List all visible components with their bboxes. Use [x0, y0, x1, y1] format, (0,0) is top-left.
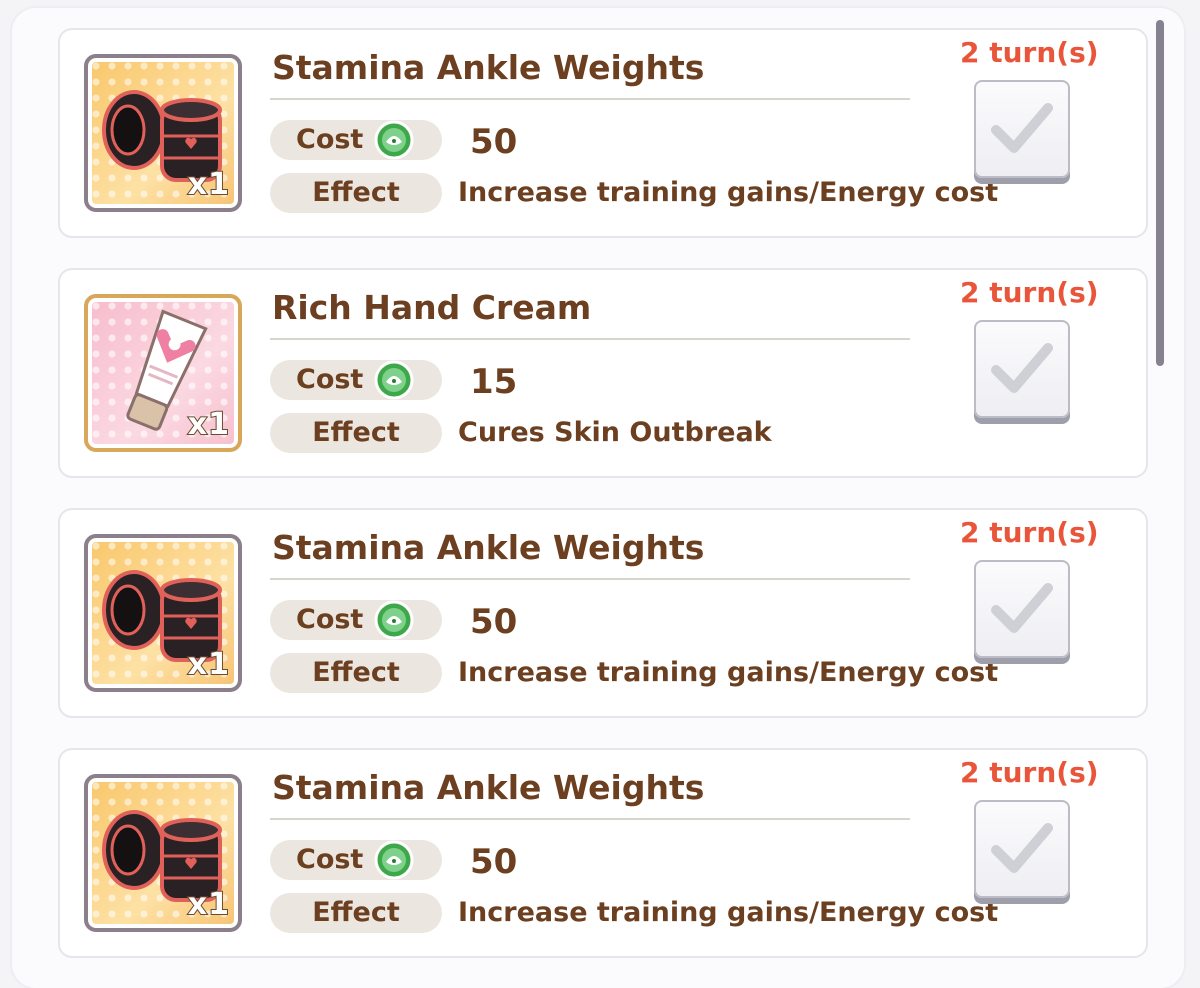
- divider: [270, 578, 910, 580]
- coin-icon: [374, 360, 414, 400]
- effect-value: Cures Skin Outbreak: [458, 417, 772, 448]
- item-name: Rich Hand Cream: [272, 288, 592, 327]
- effect-value: Increase training gains/Energy cost: [458, 657, 999, 688]
- item-thumbnail: x1: [84, 534, 242, 692]
- cost-value: 50: [470, 602, 518, 642]
- select-checkbox[interactable]: [974, 320, 1070, 418]
- effect-label: Effect: [312, 177, 400, 208]
- effect-value: Increase training gains/Energy cost: [458, 897, 999, 928]
- item-thumbnail: x1: [84, 54, 242, 212]
- turns-remaining: 2 turn(s): [960, 276, 1099, 309]
- item-quantity: x1: [187, 406, 230, 443]
- effect-label-pill: Effect: [270, 893, 442, 933]
- item-thumbnail: x1: [84, 294, 242, 452]
- turns-remaining: 2 turn(s): [960, 756, 1099, 789]
- cost-value: 50: [470, 122, 518, 162]
- select-checkbox[interactable]: [974, 560, 1070, 658]
- cost-label-pill: Cost: [270, 360, 442, 400]
- item-card: x1 Stamina Ankle Weights Cost 50 Effect …: [58, 748, 1148, 958]
- item-quantity: x1: [187, 886, 230, 923]
- divider: [270, 98, 910, 100]
- checkmark-icon: [991, 343, 1053, 393]
- divider: [270, 818, 910, 820]
- select-checkbox[interactable]: [974, 800, 1070, 898]
- effect-label-pill: Effect: [270, 653, 442, 693]
- item-quantity: x1: [187, 646, 230, 683]
- item-card: x1 Stamina Ankle Weights Cost 50 Effect …: [58, 28, 1148, 238]
- checkmark-icon: [991, 583, 1053, 633]
- effect-label-pill: Effect: [270, 413, 442, 453]
- item-name: Stamina Ankle Weights: [272, 528, 705, 567]
- checkmark-icon: [991, 103, 1053, 153]
- turns-remaining: 2 turn(s): [960, 516, 1099, 549]
- effect-label: Effect: [312, 657, 400, 688]
- cost-label: Cost: [296, 364, 364, 395]
- cost-label: Cost: [296, 124, 364, 155]
- item-card: x1 Rich Hand Cream Cost 15 Effect Cures …: [58, 268, 1148, 478]
- cost-label-pill: Cost: [270, 120, 442, 160]
- cost-label: Cost: [296, 604, 364, 635]
- cost-value: 50: [470, 842, 518, 882]
- item-name: Stamina Ankle Weights: [272, 768, 705, 807]
- effect-label: Effect: [312, 417, 400, 448]
- effect-label: Effect: [312, 897, 400, 928]
- item-card: x1 Stamina Ankle Weights Cost 50 Effect …: [58, 508, 1148, 718]
- item-thumbnail: x1: [84, 774, 242, 932]
- coin-icon: [374, 840, 414, 880]
- coin-icon: [374, 600, 414, 640]
- item-name: Stamina Ankle Weights: [272, 48, 705, 87]
- effect-value: Increase training gains/Energy cost: [458, 177, 999, 208]
- item-quantity: x1: [187, 166, 230, 203]
- effect-label-pill: Effect: [270, 173, 442, 213]
- coin-icon: [374, 120, 414, 160]
- cost-label-pill: Cost: [270, 600, 442, 640]
- cost-label: Cost: [296, 844, 364, 875]
- cost-value: 15: [470, 362, 518, 402]
- cost-label-pill: Cost: [270, 840, 442, 880]
- divider: [270, 338, 910, 340]
- checkmark-icon: [991, 823, 1053, 873]
- turns-remaining: 2 turn(s): [960, 36, 1099, 69]
- item-list: x1 Stamina Ankle Weights Cost 50 Effect …: [58, 28, 1148, 988]
- select-checkbox[interactable]: [974, 80, 1070, 178]
- scrollbar[interactable]: [1156, 20, 1164, 366]
